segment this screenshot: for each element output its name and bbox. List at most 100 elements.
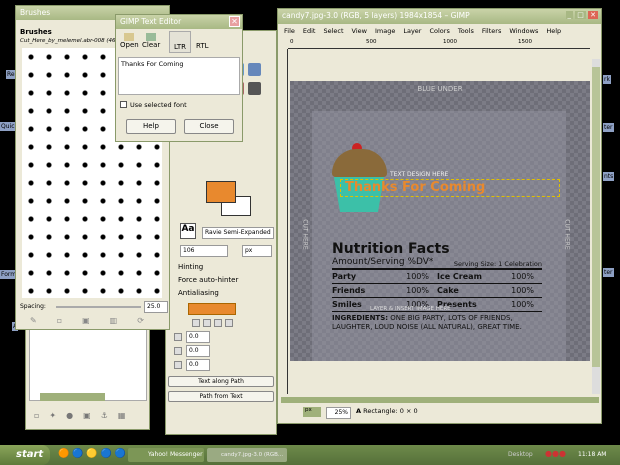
nutrition-row: Party 100% Ice Cream 100% (332, 270, 542, 284)
nutrition-facts: Nutrition Facts Amount/Serving %DV* Servi… (332, 241, 542, 332)
nutrition-cell: Cake (437, 286, 459, 295)
quick-launch-icons[interactable]: 🟠🔵🟡🔵🔵 (58, 449, 129, 459)
justify-left-icon[interactable] (192, 319, 200, 327)
window-title: candy7.jpg-3.0 (RGB, 5 layers) 1984x1854… (282, 11, 470, 20)
desktop-icon[interactable]: rk (603, 75, 611, 84)
use-font-label: Use selected font (130, 101, 187, 109)
spacing-field[interactable]: 25.0 (144, 301, 168, 313)
zoom-field[interactable]: 25% (326, 407, 351, 419)
horizontal-scrollbar[interactable] (40, 393, 105, 401)
desktop-icon[interactable]: nts (603, 172, 615, 181)
clear-icon (146, 33, 157, 41)
menu-image[interactable]: Image (375, 27, 395, 35)
path-from-text-button[interactable]: Path from Text (168, 391, 274, 402)
desktop-toolbar[interactable]: Desktop (508, 451, 533, 458)
close-icon[interactable]: ✕ (229, 16, 240, 27)
letter-spacing-field[interactable]: 0.0 (186, 359, 210, 371)
menu-filters[interactable]: Filters (482, 27, 501, 35)
justify-right-icon[interactable] (203, 319, 211, 327)
foreground-color-swatch[interactable] (206, 181, 236, 203)
menu-windows[interactable]: Windows (509, 27, 538, 35)
clear-label: Clear (142, 41, 161, 49)
font-preview-icon[interactable]: Aa (180, 223, 196, 239)
side-label: CUT HERE (301, 219, 309, 250)
menu-edit[interactable]: Edit (303, 27, 316, 35)
menu-colors[interactable]: Colors (429, 27, 449, 35)
ingredients-label: INGREDIENTS: (332, 314, 389, 322)
ltr-button[interactable]: LTR (169, 31, 191, 53)
ingredients: INGREDIENTS: ONE BIG PARTY, LOTS OF FRIE… (332, 314, 542, 332)
brush-action-icons[interactable]: ✎▫▣▥⟳ (30, 316, 164, 325)
horizontal-ruler: 0 500 1000 1500 (288, 39, 590, 49)
ruler-label: 1000 (443, 39, 457, 45)
canvas[interactable]: BLUE UNDER CUT HERE CUT HERE TEXT DESIGN… (290, 81, 590, 361)
serving-size: Serving Size: 1 Celebration (453, 260, 542, 268)
nutrition-row: Friends 100% Cake 100% (332, 284, 542, 298)
text-layer[interactable]: Thanks For Coming (340, 179, 560, 197)
antialiasing-checkbox[interactable]: Antialiasing (178, 289, 219, 297)
text-tool-icon: A (356, 407, 362, 415)
spacing-slider[interactable] (56, 306, 141, 308)
menu-layer[interactable]: Layer (403, 27, 421, 35)
close-button[interactable]: Close (184, 119, 234, 134)
desktop-icon[interactable]: ter (603, 123, 614, 132)
taskbar-item-gimp[interactable]: candy7.jpg-3.0 (RGB... (207, 448, 287, 462)
unit-select[interactable]: px (303, 407, 321, 417)
hinting-checkbox[interactable]: Hinting (178, 263, 203, 271)
taskbar-item-yahoo[interactable]: Yahoo! Messenger (128, 448, 204, 462)
use-font-checkbox[interactable] (120, 101, 127, 108)
menu-tools[interactable]: Tools (458, 27, 474, 35)
nutrition-cell: Party (332, 272, 357, 281)
ltr-label: LTR (173, 43, 187, 51)
tool-icon[interactable] (248, 82, 261, 95)
mid-label: LAYER & INSERT IMAGE HERE (370, 306, 451, 312)
clear-button[interactable]: Clear (142, 33, 160, 49)
force-autohinter-checkbox[interactable]: Force auto-hinter (178, 276, 238, 284)
design-label: TEXT DESIGN HERE (390, 171, 449, 178)
taskbar: start 🟠🔵🟡🔵🔵 Yahoo! Messenger candy7.jpg-… (0, 445, 620, 465)
menu-view[interactable]: View (352, 27, 367, 35)
desktop-icon[interactable]: ter (603, 268, 614, 277)
size-field[interactable]: 106 (180, 245, 228, 257)
justify-fill-icon[interactable] (225, 319, 233, 327)
ruler-label: 500 (366, 39, 377, 45)
scroll-thumb[interactable] (592, 67, 600, 367)
nutrition-cell: 100% (511, 300, 534, 309)
letter-spacing-icon (174, 361, 182, 369)
ruler-label: 1500 (518, 39, 532, 45)
open-button[interactable]: Open (120, 33, 139, 49)
close-icon[interactable]: ✕ (588, 11, 598, 19)
nutrition-title: Nutrition Facts (332, 241, 450, 257)
maximize-icon[interactable]: □ (575, 11, 586, 19)
tool-icon[interactable] (248, 63, 261, 76)
indent-field[interactable]: 0.0 (186, 331, 210, 343)
text-color-button[interactable] (188, 303, 236, 315)
brush-name: Cut_Here_by_melemel.abr-008 (462 × (20, 38, 126, 44)
rtl-button[interactable]: RTL (196, 42, 209, 50)
dialog-title: GIMP Text Editor (120, 17, 182, 26)
start-button[interactable]: start (0, 445, 50, 465)
help-button[interactable]: Help (126, 119, 176, 134)
image-window: candy7.jpg-3.0 (RGB, 5 layers) 1984x1854… (277, 8, 602, 424)
menu-select[interactable]: Select (323, 27, 343, 35)
tray-icons[interactable]: ●●● (545, 449, 566, 458)
menu-help[interactable]: Help (546, 27, 561, 35)
justify-center-icon[interactable] (214, 319, 222, 327)
horizontal-scrollbar[interactable] (281, 397, 599, 403)
desktop-icon[interactable]: Quic (0, 122, 16, 131)
nutrition-cell: Friends (332, 286, 366, 295)
text-editor-titlebar: GIMP Text Editor (116, 15, 242, 29)
font-field[interactable]: Ravie Semi-Expanded (202, 227, 274, 239)
layer-action-icons[interactable]: ▫✦●▣⚓▦ (34, 411, 135, 420)
text-area[interactable]: Thanks For Coming (118, 57, 240, 95)
line-spacing-field[interactable]: 0.0 (186, 345, 210, 357)
vertical-scrollbar[interactable] (592, 59, 600, 394)
unit-select[interactable]: px (242, 245, 272, 257)
side-label: CUT HERE (563, 219, 571, 250)
text-along-path-button[interactable]: Text along Path (168, 376, 274, 387)
nutrition-cell: 100% (511, 286, 534, 295)
nutrition-cell: 100% (511, 272, 534, 281)
menubar: File Edit Select View Image Layer Colors Tools F… (284, 27, 569, 35)
minimize-icon[interactable]: _ (565, 11, 574, 19)
menu-file[interactable]: File (284, 27, 295, 35)
